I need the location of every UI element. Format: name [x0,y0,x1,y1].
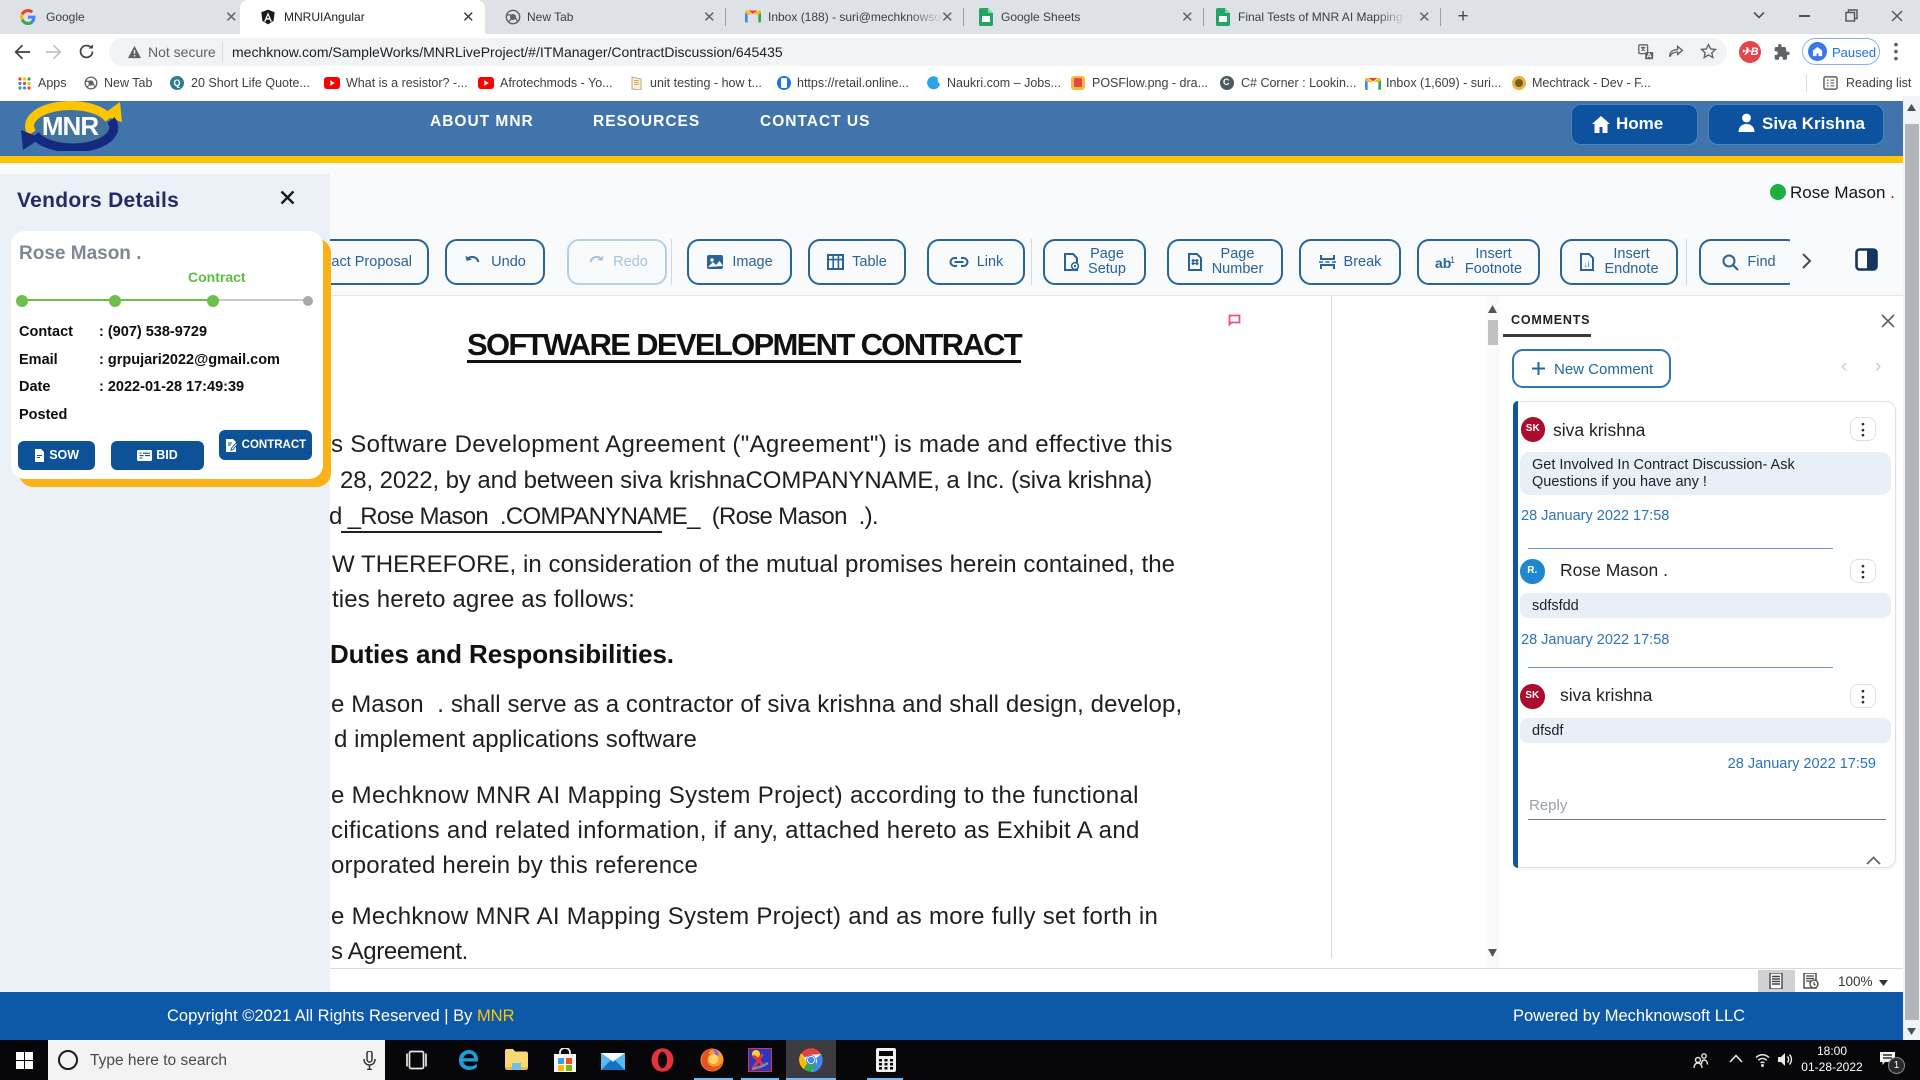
svg-text:↓i: ↓i [1584,260,1590,269]
svg-text:MNR: MNR [42,111,99,141]
svg-text:1: 1 [1450,255,1455,265]
svg-text:ab: ab [1435,255,1451,270]
